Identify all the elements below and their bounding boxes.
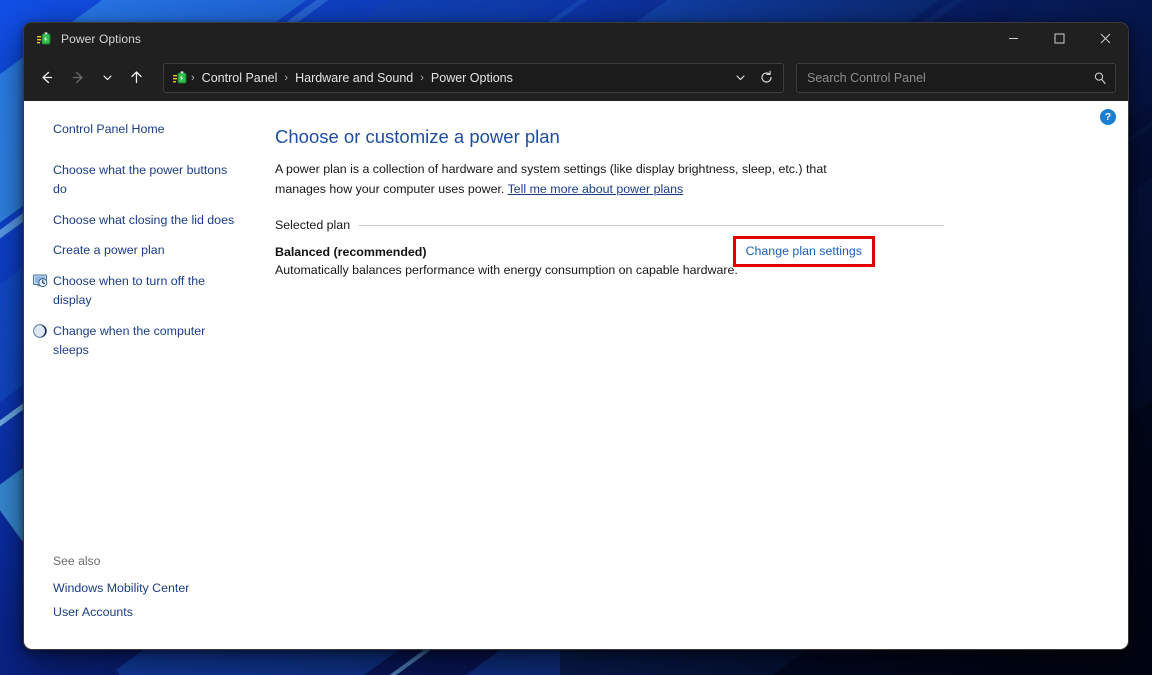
help-button[interactable]: ? [1100,109,1116,125]
sidebar-item-label: Choose when to turn off the display [53,274,206,308]
sidebar-item-label: Choose what closing the lid does [53,212,235,227]
search-icon[interactable] [1093,71,1107,85]
see-also-heading: See also [53,554,101,568]
sidebar-item-power-buttons[interactable]: Choose what the power buttons do [24,161,250,199]
see-also-user-accounts[interactable]: User Accounts [53,605,250,619]
sidebar-item-label: Create a power plan [53,243,165,258]
window-title: Power Options [61,31,142,46]
sidebar-item-control-panel-home[interactable]: Control Panel Home [24,120,250,139]
power-options-window: Power Options › Control Panel › Hardware… [23,22,1129,650]
search-input[interactable] [807,70,1093,85]
main-panel: ? Choose or customize a power plan A pow… [250,101,1128,649]
address-dropdown-chevron-down-icon[interactable] [727,65,753,91]
sidebar: Control Panel Home Choose what the power… [24,101,250,649]
desktop-background: Power Options › Control Panel › Hardware… [0,0,1152,675]
change-plan-settings-link[interactable]: Change plan settings [746,244,862,258]
up-arrow-icon[interactable] [120,62,152,94]
close-button[interactable] [1082,23,1128,54]
selected-plan-label: Selected plan [275,218,351,233]
content-area: Control Panel Home Choose what the power… [24,101,1128,649]
moon-sleep-icon [32,323,48,339]
breadcrumb-separator: › [284,71,289,84]
selected-plan-group-header: Selected plan [275,218,1104,232]
address-bar[interactable]: › Control Panel › Hardware and Sound › P… [163,62,784,93]
title-bar[interactable]: Power Options [24,23,1128,54]
breadcrumb-power-options[interactable]: Power Options [427,71,517,85]
search-box[interactable] [796,62,1116,93]
sidebar-item-closing-lid[interactable]: Choose what closing the lid does [24,211,250,230]
intro-paragraph: A power plan is a collection of hardware… [275,160,860,199]
refresh-icon[interactable] [753,65,779,91]
forward-arrow-icon[interactable] [62,62,94,94]
minimize-button[interactable] [990,23,1036,54]
page-title: Choose or customize a power plan [275,126,560,147]
see-also-section: See also Windows Mobility Center User Ac… [24,554,250,629]
sidebar-item-computer-sleeps[interactable]: Change when the computer sleeps [24,322,250,360]
breadcrumb-power-options-icon [172,70,188,86]
sidebar-item-label: Control Panel Home [53,122,165,136]
maximize-button[interactable] [1036,23,1082,54]
breadcrumb-separator: › [191,71,195,84]
breadcrumb-separator: › [420,71,424,84]
sidebar-item-create-power-plan[interactable]: Create a power plan [24,241,250,260]
sidebar-item-turn-off-display[interactable]: Choose when to turn off the display [24,272,250,310]
group-divider [359,224,945,226]
window-controls [990,23,1128,54]
change-plan-settings-highlight: Change plan settings [732,236,875,268]
see-also-windows-mobility-center[interactable]: Windows Mobility Center [53,581,250,595]
breadcrumb-control-panel[interactable]: Control Panel [198,71,282,85]
sidebar-item-label: Choose what the power buttons do [53,162,228,196]
sidebar-item-label: Change when the computer sleeps [53,323,206,357]
chevron-down-icon[interactable] [94,62,120,94]
tell-me-more-link[interactable]: Tell me more about power plans [508,182,684,196]
plan-row: Balanced (recommended) Automatically bal… [275,236,875,277]
back-arrow-icon[interactable] [30,62,62,94]
breadcrumb-hardware-and-sound[interactable]: Hardware and Sound [291,71,417,85]
power-options-icon [36,31,52,47]
navigation-toolbar: › Control Panel › Hardware and Sound › P… [24,54,1128,101]
display-clock-icon [32,273,48,289]
